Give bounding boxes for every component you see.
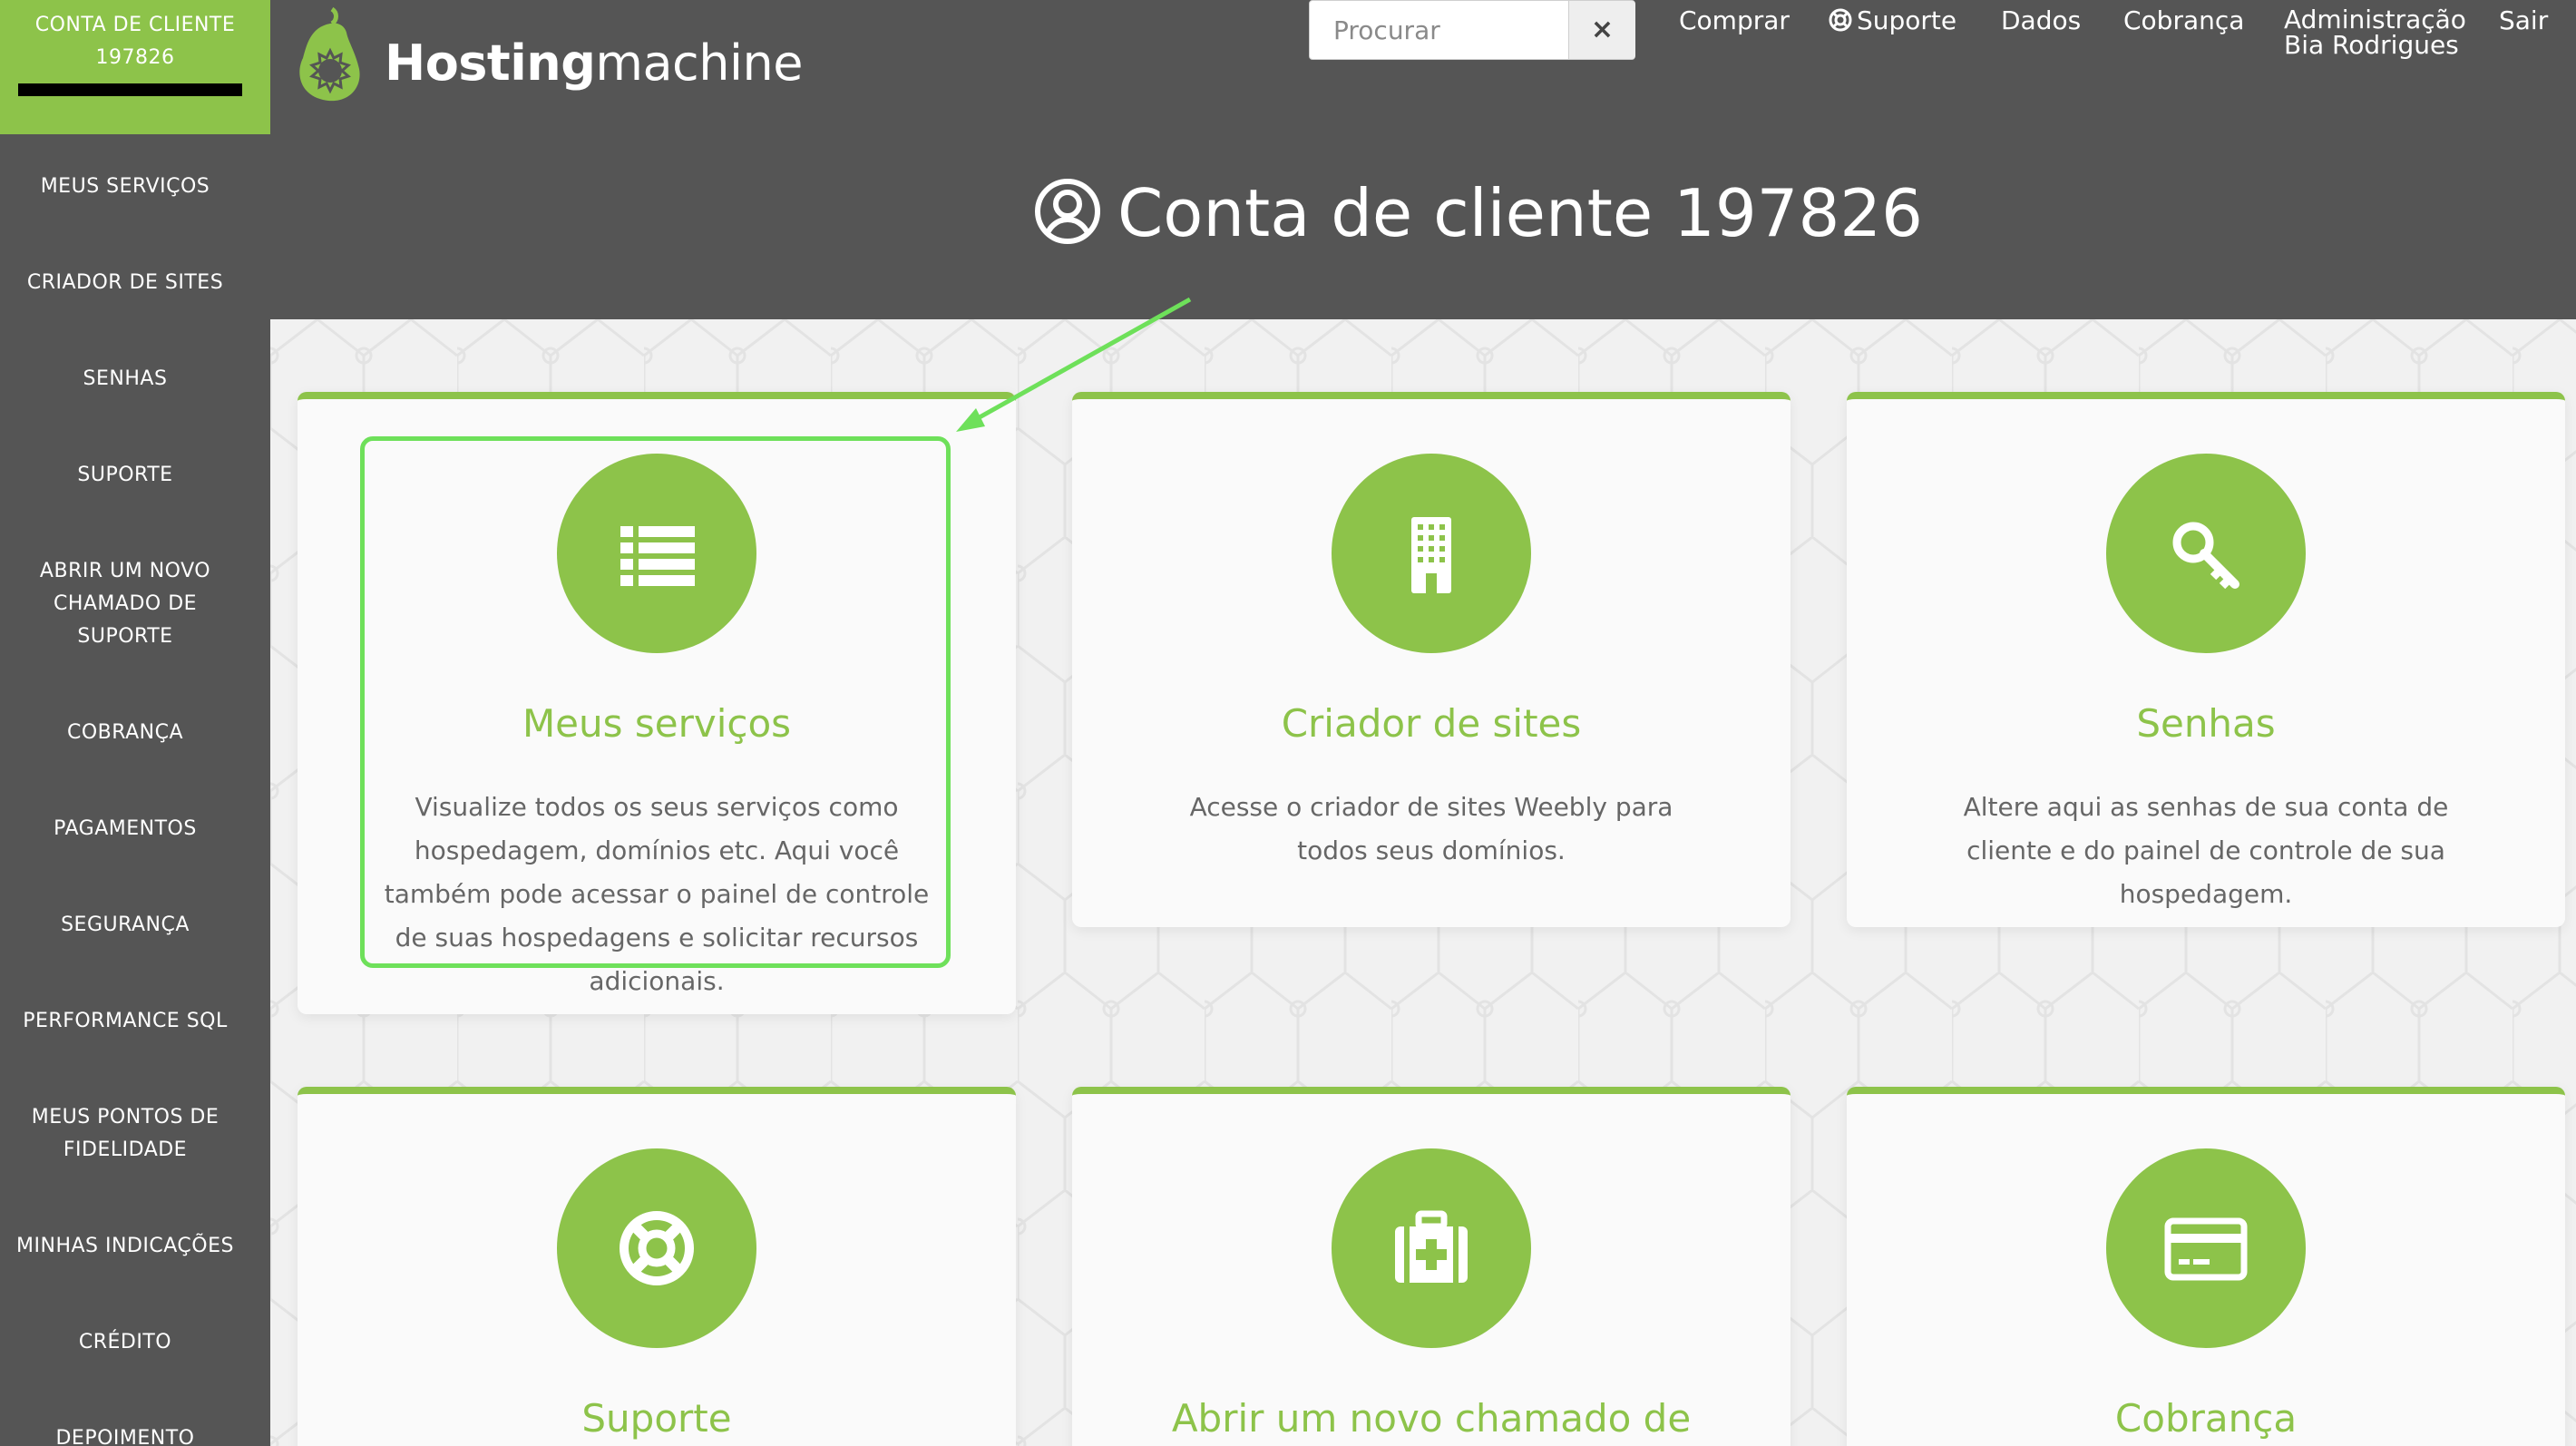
page-title-text: Conta de cliente 197826 <box>1117 175 1923 251</box>
sidebar-item-label: ABRIR UM NOVO <box>39 560 211 582</box>
card-abrir-chamado[interactable]: Abrir um novo chamado de <box>1072 1087 1791 1446</box>
card-icon-circle <box>557 1148 756 1348</box>
sidebar-item-label: MEUS PONTOS DE <box>31 1106 220 1128</box>
sidebar-item-seguranca[interactable]: SEGURANÇA <box>0 909 250 942</box>
nav-user-name: Bia Rodrigues <box>2284 30 2459 60</box>
sidebar-item-label: FIDELIDADE <box>63 1138 188 1161</box>
search-clear-button[interactable]: × <box>1568 1 1635 59</box>
card-senhas[interactable]: Senhas Altere aqui as senhas de sua cont… <box>1847 392 2565 927</box>
card-title: Senhas <box>2136 701 2276 746</box>
sidebar-item-credito[interactable]: CRÉDITO <box>0 1326 250 1359</box>
account-label: CONTA DE CLIENTE <box>34 14 236 36</box>
card-description: Acesse o criador de sites Weebly para to… <box>1189 792 1673 865</box>
lifebuoy-icon <box>620 1211 694 1285</box>
hostingmachine-logo[interactable]: Hostingmachine <box>290 5 803 105</box>
sidebar-account-header[interactable]: CONTA DE CLIENTE 197826 <box>0 0 270 134</box>
highlight-box <box>360 436 951 968</box>
building-icon <box>1411 517 1451 593</box>
sidebar-item-suporte[interactable]: SUPORTE <box>0 459 250 492</box>
sidebar: CONTA DE CLIENTE 197826 MEUS SERVIÇOS CR… <box>0 0 270 1446</box>
sidebar-item-label: SUPORTE <box>77 625 173 648</box>
sidebar-item-label: CRÉDITO <box>78 1331 172 1353</box>
nav-suporte[interactable]: Suporte <box>1828 7 1956 34</box>
card-icon-circle <box>2106 1148 2306 1348</box>
redaction-bar <box>18 83 242 96</box>
account-number: 197826 <box>95 46 175 69</box>
card-icon-circle <box>1332 454 1531 653</box>
card-title: Criador de sites <box>1281 701 1582 746</box>
sidebar-item-senhas[interactable]: SENHAS <box>0 363 250 396</box>
sidebar-item-label: MEUS SERVIÇOS <box>40 175 210 198</box>
card-title: Cobrança <box>2114 1396 2298 1441</box>
card-criador-de-sites[interactable]: Criador de sites Acesse o criador de sit… <box>1072 392 1791 927</box>
card-cobranca[interactable]: Cobrança <box>1847 1087 2565 1446</box>
sidebar-item-minhas-indicacoes[interactable]: MINHAS INDICAÇÕES <box>0 1230 250 1263</box>
nav-sair[interactable]: Sair <box>2499 7 2548 34</box>
card-title: Abrir um novo chamado de <box>1171 1396 1692 1441</box>
card-description: Altere aqui as senhas de sua conta de cl… <box>1963 792 2449 909</box>
nav-suporte-label: Suporte <box>1857 5 1957 35</box>
sidebar-item-pontos-fidelidade[interactable]: MEUS PONTOS DE FIDELIDADE <box>0 1101 250 1167</box>
sidebar-item-meus-servicos[interactable]: MEUS SERVIÇOS <box>0 171 250 203</box>
sidebar-item-criador-de-sites[interactable]: CRIADOR DE SITES <box>0 267 250 299</box>
sidebar-item-cobranca[interactable]: COBRANÇA <box>0 717 250 749</box>
sidebar-item-depoimento[interactable]: DEPOIMENTO <box>0 1422 250 1446</box>
pointer-arrow-icon <box>956 297 1192 432</box>
sidebar-item-label: CRIADOR DE SITES <box>26 271 224 294</box>
lifebuoy-icon <box>1829 8 1852 32</box>
sidebar-item-label: COBRANÇA <box>66 721 184 744</box>
sidebar-item-abrir-chamado[interactable]: ABRIR UM NOVO CHAMADO DE SUPORTE <box>0 555 250 653</box>
sidebar-item-label: SENHAS <box>83 367 168 390</box>
card-icon-circle <box>1332 1148 1531 1348</box>
card-icon-circle <box>2106 454 2306 653</box>
pear-gear-icon <box>299 6 360 102</box>
user-circle-icon <box>1035 179 1100 244</box>
sidebar-item-label: SUPORTE <box>77 464 173 486</box>
sidebar-item-label: SEGURANÇA <box>61 914 190 936</box>
search-box: × <box>1309 0 1635 60</box>
logo-wordmark: Hostingmachine <box>385 34 803 92</box>
sidebar-item-label: DEPOIMENTO <box>55 1427 195 1446</box>
card-suporte[interactable]: Suporte <box>298 1087 1016 1446</box>
nav-administracao-label: Administração <box>2284 5 2466 34</box>
nav-cobranca[interactable]: Cobrança <box>2123 7 2244 34</box>
key-icon <box>2172 522 2239 590</box>
nav-dados[interactable]: Dados <box>2001 7 2081 34</box>
credit-card-icon <box>2164 1217 2248 1281</box>
sidebar-item-label: PAGAMENTOS <box>54 817 197 840</box>
nav-comprar[interactable]: Comprar <box>1679 7 1790 34</box>
search-input[interactable] <box>1310 1 1568 59</box>
sidebar-item-pagamentos[interactable]: PAGAMENTOS <box>0 813 250 845</box>
medical-kit-icon <box>1395 1210 1468 1283</box>
sidebar-item-performance-sql[interactable]: PERFORMANCE SQL <box>0 1005 250 1038</box>
sidebar-item-label: CHAMADO DE <box>53 592 198 615</box>
card-title: Suporte <box>581 1396 732 1441</box>
sidebar-item-label: PERFORMANCE SQL <box>23 1010 228 1032</box>
nav-administracao[interactable]: Administração Bia Rodrigues <box>2284 7 2466 58</box>
sidebar-item-label: MINHAS INDICAÇÕES <box>16 1235 234 1257</box>
